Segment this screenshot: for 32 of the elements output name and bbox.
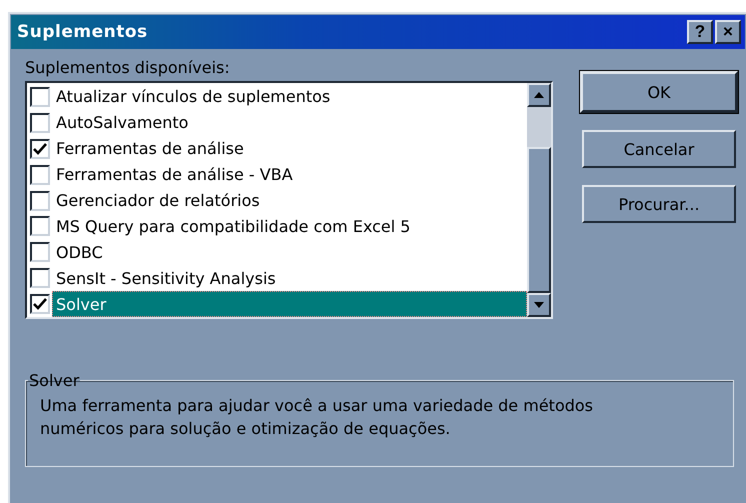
down-arrow-icon [534,302,544,308]
checkbox[interactable] [30,294,50,314]
checkbox[interactable] [30,190,50,210]
list-item[interactable]: ODBC [52,239,527,266]
up-arrow-icon [534,92,544,98]
list-item[interactable]: Atualizar vínculos de suplementos [52,84,527,110]
dialog-button[interactable]: OK [580,71,738,113]
dialog-button[interactable]: Procurar... [582,185,736,223]
list-item[interactable]: Gerenciador de relatórios [52,188,527,214]
list-label: Suplementos disponíveis: [25,58,230,77]
dialog-button[interactable]: Cancelar [582,130,736,168]
window-title: Suplementos [17,22,149,42]
group-title: Solver [28,371,80,390]
list-item[interactable]: MS Query para compatibilidade com Excel 5 [52,213,527,240]
list-item[interactable]: SensIt - Sensitivity Analysis [52,265,527,292]
checkbox[interactable] [30,242,50,262]
checkbox[interactable] [30,138,50,159]
list-item[interactable]: AutoSalvamento [52,110,527,136]
list-item[interactable]: Solver [52,291,527,318]
checkbox[interactable] [30,268,50,288]
close-button[interactable]: × [715,20,741,44]
checkbox[interactable] [30,164,50,185]
description-text: Uma ferramenta para ajudar você a usar uma variedade de métodos numéricos para solução e otimização de equações. [40,395,594,440]
checkbox[interactable] [30,86,50,107]
checkbox[interactable] [30,216,50,236]
help-button[interactable]: ? [687,20,713,44]
scrollbar-thumb[interactable] [527,147,551,293]
list-item[interactable]: Ferramentas de análise [52,136,527,162]
scroll-up-button[interactable] [527,83,551,107]
checkbox[interactable] [30,112,50,133]
list-item[interactable]: Ferramentas de análise - VBA [52,162,527,188]
scroll-down-button[interactable] [527,293,551,317]
